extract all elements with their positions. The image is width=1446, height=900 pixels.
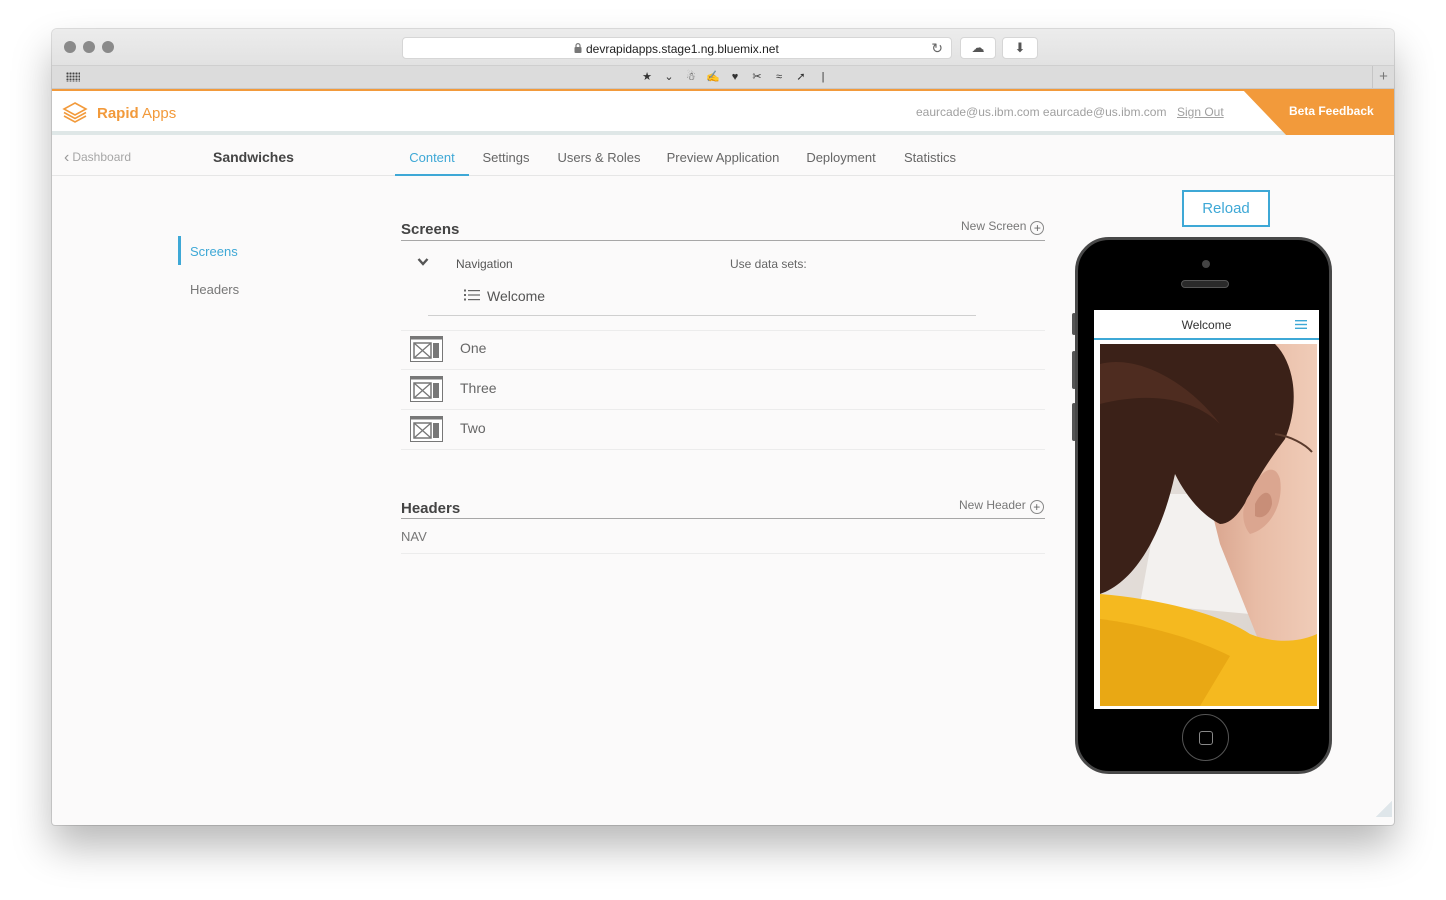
row-divider [401, 449, 1045, 450]
bookmark-icon[interactable]: ➚ [790, 70, 812, 83]
tab-deployment[interactable]: Deployment [802, 135, 880, 176]
new-header-label: New Header [959, 498, 1026, 512]
sidebar-item-screens[interactable]: Screens [190, 244, 238, 259]
bookmark-icon[interactable]: ⌄ [658, 70, 680, 83]
cloud-icon[interactable]: ☁ [960, 37, 996, 59]
resize-grip[interactable] [1376, 801, 1392, 817]
phone-camera [1202, 260, 1210, 268]
tab-content[interactable]: Content [395, 135, 469, 176]
navigation-label: Navigation [456, 257, 513, 271]
tab-users-roles[interactable]: Users & Roles [554, 135, 644, 176]
use-data-sets-label: Use data sets: [730, 257, 807, 271]
address-bar[interactable]: devrapidapps.stage1.ng.bluemix.net ↻ [402, 37, 952, 59]
reload-button[interactable]: Reload [1182, 190, 1270, 227]
tab-preview-application[interactable]: Preview Application [664, 135, 782, 176]
phone-home-button[interactable] [1182, 714, 1229, 761]
brand-name[interactable]: Rapid Apps [97, 105, 176, 122]
home-square-icon [1199, 731, 1213, 745]
add-circle-icon: + [1029, 500, 1044, 514]
beta-feedback-label: Beta Feedback [1289, 104, 1374, 118]
tab-statistics[interactable]: Statistics [900, 135, 960, 176]
screens-section-divider [401, 240, 1045, 241]
bookmark-icon[interactable]: ☃ [680, 70, 702, 83]
row-divider [401, 553, 1045, 554]
row-divider [401, 330, 1045, 331]
bookmark-icon[interactable]: ♥ [724, 71, 746, 83]
bookmark-icon[interactable]: ✂ [746, 70, 768, 83]
new-tab-icon[interactable]: + [1372, 66, 1394, 88]
headers-section-divider [401, 518, 1045, 519]
close-window-button[interactable] [64, 41, 76, 53]
preview-screen-title: Welcome [1181, 318, 1232, 332]
bookmark-icon[interactable]: | [812, 71, 834, 83]
new-header-button[interactable]: New Header + [959, 498, 1044, 514]
new-screen-button[interactable]: New Screen + [961, 219, 1045, 235]
minimize-window-button[interactable] [83, 41, 95, 53]
headers-section-title: Headers [401, 500, 461, 517]
download-icon[interactable]: ⬇ [1002, 37, 1038, 59]
bookmark-icon[interactable]: ✍ [702, 70, 724, 83]
apps-grid-icon[interactable] [66, 72, 80, 82]
browser-titlebar: devrapidapps.stage1.ng.bluemix.net ↻ ☁ ⬇ [52, 29, 1394, 65]
back-label: Dashboard [72, 150, 132, 164]
screens-section-title: Screens [401, 221, 460, 238]
app-name: Sandwiches [213, 149, 294, 165]
chevron-down-icon[interactable] [417, 257, 429, 267]
bookmark-icon[interactable]: ★ [636, 70, 658, 83]
new-screen-label: New Screen [961, 219, 1027, 233]
screen-item-two[interactable]: Two [460, 420, 486, 436]
welcome-photo-image [1100, 344, 1317, 706]
screen-thumbnail-icon [410, 416, 443, 442]
list-icon [464, 289, 480, 301]
screen-thumbnail-icon [410, 336, 443, 362]
sidebar-item-headers[interactable]: Headers [190, 282, 239, 297]
screen-item-one[interactable]: One [460, 340, 486, 356]
hamburger-menu-icon[interactable] [1295, 320, 1307, 329]
chevron-left-icon: ‹ [64, 149, 70, 166]
phone-screen[interactable]: Welcome [1094, 310, 1319, 709]
bookmarks-bar: ★ ⌄ ☃ ✍ ♥ ✂ ≈ ➚ | + [52, 65, 1394, 89]
beta-feedback-button[interactable]: Beta Feedback [1242, 89, 1394, 135]
app-header: Rapid Apps eaurcade@us.ibm.com eaurcade@… [52, 89, 1394, 135]
bookmark-icons: ★ ⌄ ☃ ✍ ♥ ✂ ≈ ➚ | [636, 70, 834, 83]
screen-thumbnail-icon [410, 376, 443, 402]
preview-app-header: Welcome [1094, 310, 1319, 340]
phone-speaker [1181, 280, 1229, 288]
row-divider [401, 369, 1045, 370]
header-item-nav[interactable]: NAV [401, 529, 427, 544]
back-to-dashboard-link[interactable]: ‹ Dashboard [64, 148, 131, 166]
tab-settings[interactable]: Settings [478, 135, 534, 176]
sidebar-active-indicator [178, 236, 181, 265]
add-circle-icon: + [1030, 221, 1045, 235]
row-divider [401, 409, 1045, 410]
navigation-divider [428, 315, 976, 316]
zoom-window-button[interactable] [102, 41, 114, 53]
url-text: devrapidapps.stage1.ng.bluemix.net [586, 42, 779, 56]
refresh-icon[interactable]: ↻ [931, 40, 943, 57]
user-email: eaurcade@us.ibm.com eaurcade@us.ibm.com [916, 105, 1167, 119]
navigation-item-welcome[interactable]: Welcome [487, 288, 545, 304]
brand-name-light: Apps [138, 105, 177, 122]
bookmark-icon[interactable]: ≈ [768, 71, 790, 83]
brand-name-bold: Rapid [97, 105, 139, 122]
sign-out-link[interactable]: Sign Out [1177, 105, 1224, 119]
rapid-apps-logo-icon[interactable] [62, 100, 88, 124]
sub-navigation: ‹ Dashboard Sandwiches Content Settings U… [52, 135, 1394, 176]
screen-item-three[interactable]: Three [460, 380, 497, 396]
lock-icon [574, 43, 582, 53]
phone-preview: Welcome [1075, 237, 1332, 774]
browser-window: devrapidapps.stage1.ng.bluemix.net ↻ ☁ ⬇… [52, 29, 1394, 825]
